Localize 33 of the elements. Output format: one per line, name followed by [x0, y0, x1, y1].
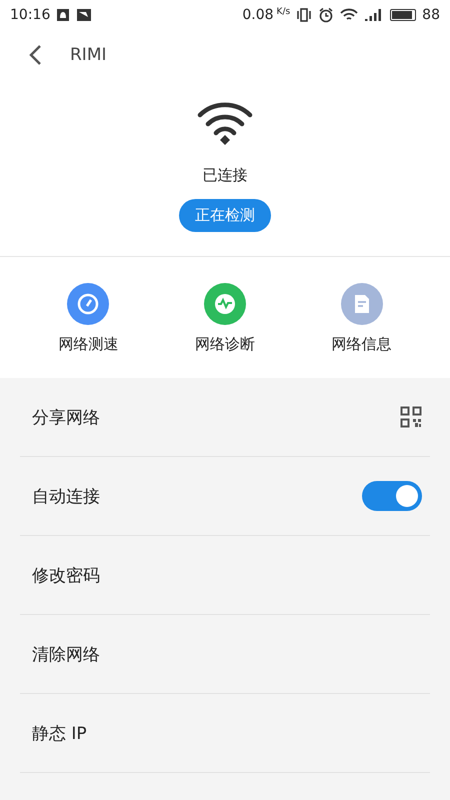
settings-row[interactable]: 静态 IP	[20, 694, 430, 773]
settings-label: 静态 IP	[32, 722, 87, 744]
settings-row[interactable]: 自动连接	[20, 457, 430, 536]
document-icon[interactable]	[340, 283, 383, 325]
speedometer-icon[interactable]	[67, 283, 110, 325]
wifi-icon	[340, 8, 358, 22]
network-speed: 0.08	[242, 7, 274, 23]
wifi-icon	[197, 100, 253, 146]
connection-status: 已连接	[202, 166, 248, 185]
settings-label: 分享网络	[32, 406, 100, 428]
settings-row[interactable]: 分享网络	[20, 378, 430, 457]
network-name: RIMI	[70, 45, 107, 65]
notification-icon	[56, 8, 70, 22]
settings-row[interactable]: 清除网络	[20, 615, 430, 694]
pulse-icon[interactable]	[204, 283, 246, 325]
alarm-icon	[318, 7, 334, 23]
settings-row[interactable]: 修改密码	[20, 536, 430, 615]
image-icon	[76, 8, 92, 22]
speed-unit: K/s	[276, 7, 290, 17]
back-icon[interactable]	[28, 44, 42, 66]
battery-level: 88	[422, 7, 440, 23]
settings-label: 修改密码	[32, 564, 100, 586]
settings-label: 自动连接	[32, 486, 100, 508]
detecting-button[interactable]: 正在检测	[179, 199, 271, 232]
qr-code-icon[interactable]	[400, 406, 422, 428]
vibrate-icon	[296, 8, 312, 22]
toggle-switch[interactable]	[362, 481, 422, 511]
settings-label: 清除网络	[32, 644, 100, 666]
action-label: 网络测速	[58, 335, 118, 354]
battery-icon	[390, 9, 416, 21]
action-label: 网络信息	[332, 335, 392, 354]
status-time: 10:16	[10, 7, 50, 23]
action-label: 网络诊断	[194, 335, 255, 354]
